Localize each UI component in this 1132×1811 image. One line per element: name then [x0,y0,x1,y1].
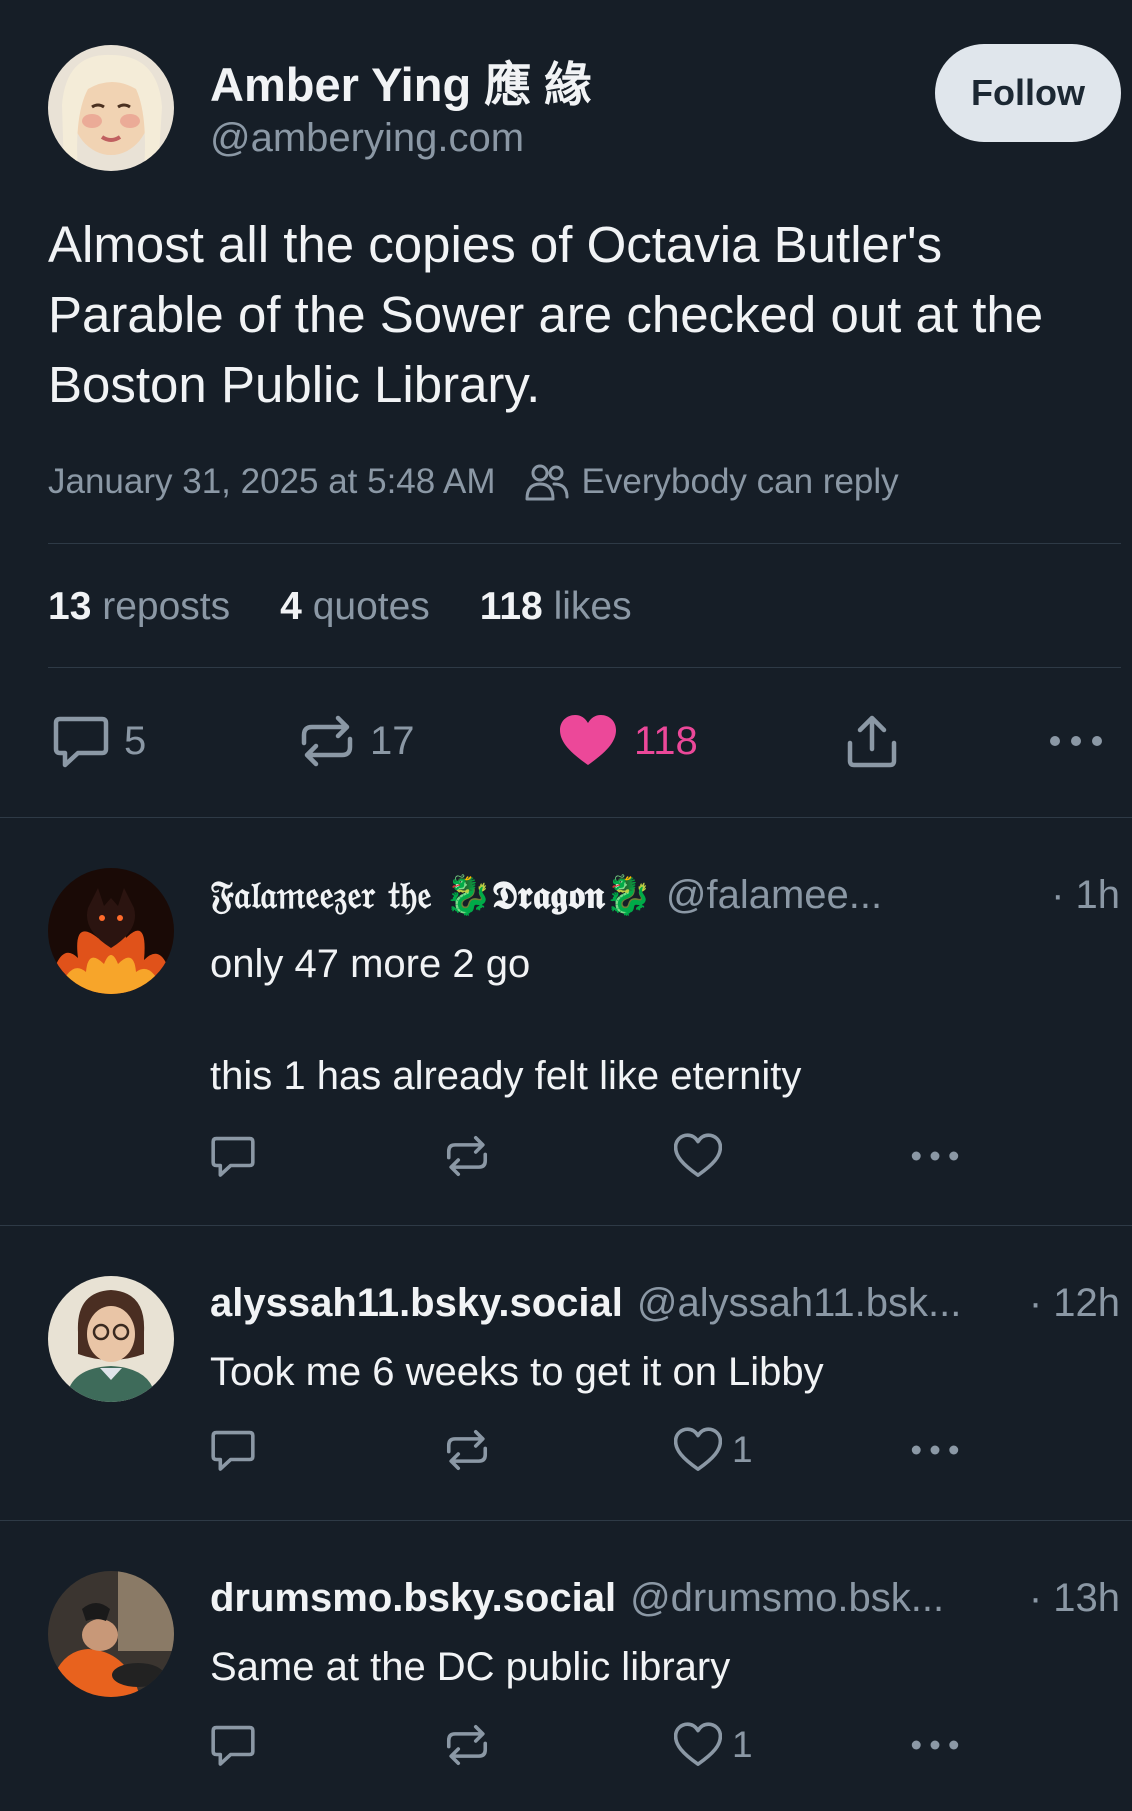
post-meta: January 31, 2025 at 5:48 AM Everybody ca… [48,458,899,506]
more-icon [911,1740,959,1750]
reply-icon [53,716,109,768]
repost-button[interactable] [444,1426,490,1474]
like-count: 1 [732,1429,753,1470]
reply-item[interactable]: alyssah11.bsky.social @alyssah11.bsk... … [0,1226,1132,1521]
reply-author-handle[interactable]: @falamee... [666,873,882,918]
reply-button[interactable]: 5 [52,708,146,774]
author-avatar[interactable] [48,45,174,171]
follow-button[interactable]: Follow [935,44,1121,142]
reply-item[interactable]: drumsmo.bsky.social @drumsmo.bsk... · 13… [0,1521,1132,1811]
more-options-button[interactable] [910,1721,960,1769]
post-text: Almost all the copies of Octavia Butler'… [48,216,1044,413]
reply-author-handle[interactable]: @drumsmo.bsk... [630,1576,944,1621]
repost-icon [446,1135,488,1177]
reply-time[interactable]: · 12h [1009,1281,1120,1326]
more-icon [1050,736,1102,746]
heart-filled-icon [560,715,616,765]
more-icon [911,1445,959,1455]
reply-button[interactable] [210,1132,256,1180]
share-button[interactable] [844,708,900,774]
post-timestamp[interactable]: January 31, 2025 at 5:48 AM [48,462,496,502]
repost-icon [301,715,353,767]
heart-icon [674,1427,722,1471]
more-options-button[interactable] [910,1132,960,1180]
likes-stat[interactable]: 118 likes [480,585,632,629]
like-button[interactable]: 1 [674,1426,753,1474]
reply-avatar[interactable] [48,868,174,994]
reply-avatar[interactable] [48,1571,174,1697]
repost-button[interactable] [444,1721,490,1769]
repost-button[interactable] [444,1132,490,1180]
repost-count: 17 [370,718,415,763]
more-options-button[interactable] [1048,708,1104,774]
main-post: Amber Ying 應 緣 @amberying.com Follow Alm… [0,0,1132,818]
reply-button[interactable] [210,1721,256,1769]
more-options-button[interactable] [910,1426,960,1474]
reply-actions [210,1132,970,1180]
repost-icon [446,1429,488,1471]
heart-icon [674,1722,722,1766]
reply-text: Took me 6 weeks to get it on Libby [210,1350,824,1394]
reply-count: 5 [124,718,147,763]
author-handle[interactable]: @amberying.com [210,116,524,161]
like-button[interactable]: 1 [674,1721,753,1769]
more-icon [911,1151,959,1161]
reply-item[interactable]: 𝔉𝔞𝔩𝔞𝔪𝔢𝔢𝔷𝔢𝔯 𝔱𝔥𝔢 🐉𝕯𝖗𝖆𝖌𝖔𝖓🐉 @falamee... · 1h… [0,818,1132,1226]
divider [48,543,1121,544]
people-icon [525,464,569,501]
reply-author-handle[interactable]: @alyssah11.bsk... [637,1281,961,1326]
reply-icon [211,1725,255,1766]
reply-setting[interactable]: Everybody can reply [582,462,899,502]
like-button[interactable] [674,1132,732,1180]
reply-text: only 47 more 2 go this 1 has already fel… [210,942,802,1098]
repost-button[interactable]: 17 [298,708,415,774]
reply-button[interactable] [210,1426,256,1474]
reply-icon [211,1430,255,1471]
reply-text: Same at the DC public library [210,1645,731,1689]
reply-time[interactable]: · 13h [1009,1576,1120,1621]
post-stats: 13 reposts 4 quotes 118 likes [48,582,682,632]
author-name[interactable]: Amber Ying 應 緣 [210,46,591,115]
reply-icon [211,1136,255,1177]
reply-actions: 1 [210,1721,970,1769]
like-count: 118 [634,718,698,763]
reply-header: 𝔉𝔞𝔩𝔞𝔪𝔢𝔢𝔷𝔢𝔯 𝔱𝔥𝔢 🐉𝕯𝖗𝖆𝖌𝖔𝖓🐉 @falamee... · 1h [210,867,1120,923]
quotes-stat[interactable]: 4 quotes [280,585,430,629]
reply-author-name[interactable]: 𝔉𝔞𝔩𝔞𝔪𝔢𝔢𝔷𝔢𝔯 𝔱𝔥𝔢 🐉𝕯𝖗𝖆𝖌𝖔𝖓🐉 [210,872,652,918]
reply-header: alyssah11.bsky.social @alyssah11.bsk... … [210,1275,1120,1331]
reply-author-name[interactable]: alyssah11.bsky.social [210,1281,623,1326]
repost-icon [446,1724,488,1766]
heart-icon [674,1133,722,1177]
reply-header: drumsmo.bsky.social @drumsmo.bsk... · 13… [210,1570,1120,1626]
reply-time[interactable]: · 1h [1031,873,1120,918]
reply-avatar[interactable] [48,1276,174,1402]
share-icon [847,715,897,768]
like-count: 1 [732,1724,753,1765]
post-actions: 5 17 118 [52,708,1112,774]
reply-actions: 1 [210,1426,970,1474]
reply-author-name[interactable]: drumsmo.bsky.social [210,1576,616,1621]
divider [48,667,1121,668]
like-button[interactable]: 118 [558,708,698,774]
reposts-stat[interactable]: 13 reposts [48,585,230,629]
